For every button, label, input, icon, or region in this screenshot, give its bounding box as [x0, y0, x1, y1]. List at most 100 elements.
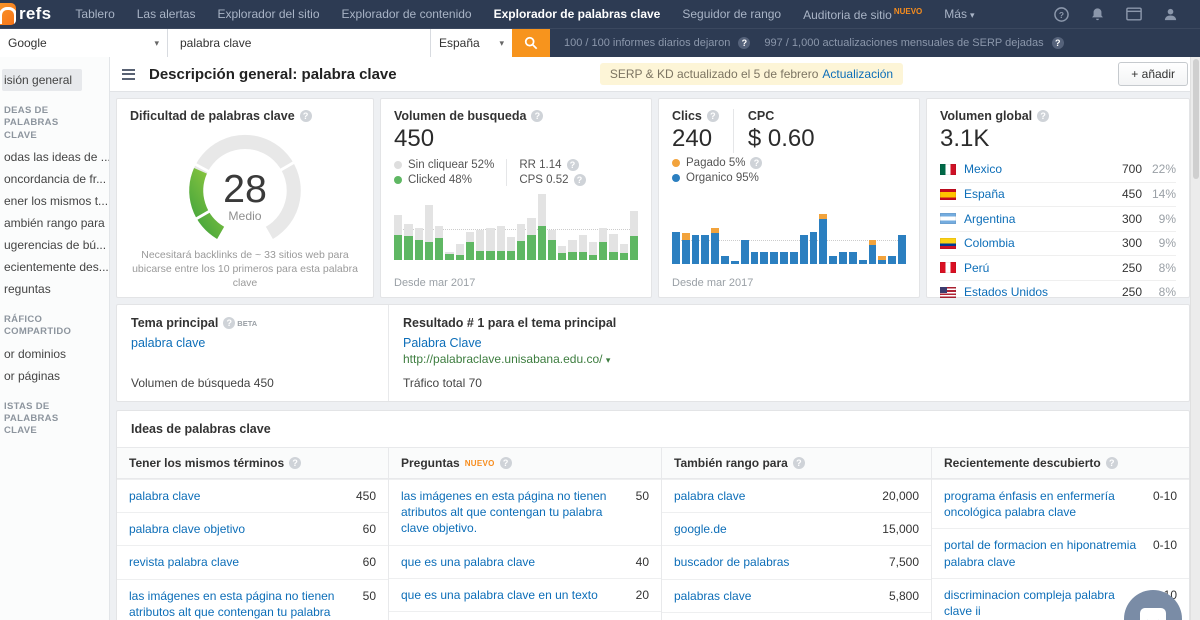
info-icon[interactable]: ? [531, 110, 543, 122]
keyword-link[interactable]: programa énfasis en enfermería oncológic… [944, 488, 1153, 520]
nav-item-las-alertas[interactable]: Las alertas [137, 7, 196, 21]
topnav-icons: ? [1054, 0, 1178, 28]
info-icon[interactable]: ? [223, 317, 235, 329]
keyword-search-input[interactable] [168, 29, 430, 57]
info-icon[interactable]: ? [707, 110, 719, 122]
svg-text:28: 28 [223, 167, 267, 211]
sidebar-item-reguntas[interactable]: reguntas [2, 278, 105, 300]
chevron-down-icon: ▾ [970, 10, 975, 20]
country-percent: 9% [1142, 212, 1176, 226]
sidebar-item-ener-los-mismos-t-[interactable]: ener los mismos t... [2, 190, 105, 212]
keyword-row: revista palabra clave60 [117, 545, 388, 578]
nav-item-auditoria-de-sitio[interactable]: Auditoria de sitioNUEVO [803, 7, 922, 22]
country-row: Estados Unidos2508% [940, 280, 1176, 305]
page-scrollbar[interactable] [1190, 57, 1200, 620]
menu-toggle-icon[interactable] [122, 69, 135, 80]
nav-item-explorador-del-sitio[interactable]: Explorador del sitio [217, 7, 319, 21]
chart-bar [721, 192, 729, 264]
ideas-column-header: PreguntasNUEVO? [389, 447, 661, 479]
nav-item-explorador-de-palabras-clave[interactable]: Explorador de palabras clave [494, 7, 661, 21]
parent-keyword-link[interactable]: palabra clave [131, 336, 374, 350]
user-icon[interactable] [1163, 7, 1178, 22]
keyword-ideas-title: Ideas de palabras clave [117, 411, 1189, 447]
info-icon[interactable]: ? [1106, 457, 1118, 469]
keyword-link[interactable]: google.de [674, 521, 882, 537]
keyword-link[interactable]: palabra clave [674, 488, 882, 504]
ahrefs-logo[interactable]: refs [0, 3, 51, 25]
usage-counters: 100 / 100 informes diarios dejaron ? 997… [564, 29, 1064, 57]
sidebar-item-ecientemente-des-[interactable]: ecientemente des... [2, 256, 105, 278]
country-list: Mexico70022%España45014%Argentina3009%Co… [940, 157, 1176, 304]
sidebar-item-or-p-ginas[interactable]: or páginas [2, 365, 105, 387]
pe-flag-icon [940, 262, 956, 273]
browser-icon[interactable] [1126, 7, 1142, 21]
search-engine-select[interactable]: Google ▾ [0, 29, 168, 57]
country-link[interactable]: Argentina [964, 212, 1100, 226]
serp-update-pill: SERP & KD actualizado el 5 de febreroAct… [600, 63, 903, 85]
chart-bar [517, 194, 525, 260]
nav-item-explorador-de-contenido[interactable]: Explorador de contenido [342, 7, 472, 21]
add-button[interactable]: + añadir [1118, 62, 1188, 86]
chart-bar [435, 194, 443, 260]
top-result-url[interactable]: http://palabraclave.unisabana.edu.co/ ▾ [403, 352, 616, 366]
sidebar-section-header: DEAS DE PALABRAS CLAVE [2, 105, 94, 142]
info-icon[interactable]: ? [1052, 37, 1064, 49]
sidebar-item-or-dominios[interactable]: or dominios [2, 343, 105, 365]
ar-flag-icon [940, 213, 956, 224]
info-icon[interactable]: ? [500, 457, 512, 469]
info-icon[interactable]: ? [567, 159, 579, 171]
info-icon[interactable]: ? [738, 37, 750, 49]
search-button[interactable] [512, 29, 550, 57]
svg-text:Medio: Medio [228, 209, 261, 223]
sidebar-item-ugerencias-de-b-[interactable]: ugerencias de bú... [2, 234, 105, 256]
keyword-link[interactable]: que es una palabra clave [401, 554, 636, 570]
sidebar-item-oncordancia-de-fr-[interactable]: oncordancia de fr... [2, 168, 105, 190]
update-link[interactable]: Actualización [822, 67, 893, 81]
chart-bar [731, 192, 739, 264]
keyword-row: google.de15,000 [662, 512, 931, 545]
keyword-link[interactable]: discriminacion compleja palabra clave ii [944, 587, 1153, 619]
info-icon[interactable]: ? [750, 157, 762, 169]
country-link[interactable]: Perú [964, 261, 1100, 275]
help-icon[interactable]: ? [1054, 7, 1069, 22]
info-icon[interactable]: ? [289, 457, 301, 469]
sidebar-item-isi-n-general[interactable]: isión general [2, 69, 82, 91]
nav-item-tablero[interactable]: Tablero [75, 7, 114, 21]
keyword-volume: 20 [636, 587, 649, 603]
keyword-link[interactable]: palabras clave [674, 588, 889, 604]
daily-reports-counter: 100 / 100 informes diarios dejaron ? [564, 37, 750, 49]
sidebar-item-ambi-n-rango-para[interactable]: ambién rango para [2, 212, 105, 234]
organic-dot-icon [672, 174, 680, 182]
keyword-link[interactable]: buscador de palabras [674, 554, 889, 570]
info-icon[interactable]: ? [793, 457, 805, 469]
scrollbar-thumb[interactable] [1193, 59, 1199, 179]
chart-bar [849, 192, 857, 264]
keyword-link[interactable]: palabra clave objetivo [129, 521, 363, 537]
keyword-link[interactable]: las imágenes en esta página no tienen at… [401, 488, 636, 537]
info-icon[interactable]: ? [574, 174, 586, 186]
country-link[interactable]: Mexico [964, 162, 1100, 176]
country-link[interactable]: Estados Unidos [964, 285, 1100, 299]
country-row: España45014% [940, 182, 1176, 207]
keyword-link[interactable]: que es una palabra clave en un texto [401, 587, 636, 603]
info-icon[interactable]: ? [1037, 110, 1049, 122]
country-select[interactable]: España ▾ [430, 29, 512, 57]
chart-bar [497, 194, 505, 260]
chart-bar [620, 194, 628, 260]
keyword-link[interactable]: portal de formacion en hiponatremia pala… [944, 537, 1153, 569]
country-link[interactable]: España [964, 187, 1100, 201]
nav-item-seguidor-de-rango[interactable]: Seguidor de rango [682, 7, 781, 21]
keyword-link[interactable]: las imágenes en esta página no tienen at… [129, 588, 363, 620]
nav-item-m-s[interactable]: Más▾ [944, 7, 974, 21]
top-result-link[interactable]: Palabra Clave [403, 336, 616, 350]
info-icon[interactable]: ? [300, 110, 312, 122]
chart-bar [609, 194, 617, 260]
keyword-link[interactable]: revista palabra clave [129, 554, 363, 570]
ahrefs-logo-icon [0, 3, 16, 25]
keyword-link[interactable]: palabra clave [129, 488, 356, 504]
country-link[interactable]: Colombia [964, 236, 1100, 250]
country-volume: 250 [1100, 285, 1142, 299]
sidebar-item-odas-las-ideas-de-[interactable]: odas las ideas de ... [2, 146, 105, 168]
bell-icon[interactable] [1090, 7, 1105, 22]
country-row: Perú2508% [940, 255, 1176, 280]
